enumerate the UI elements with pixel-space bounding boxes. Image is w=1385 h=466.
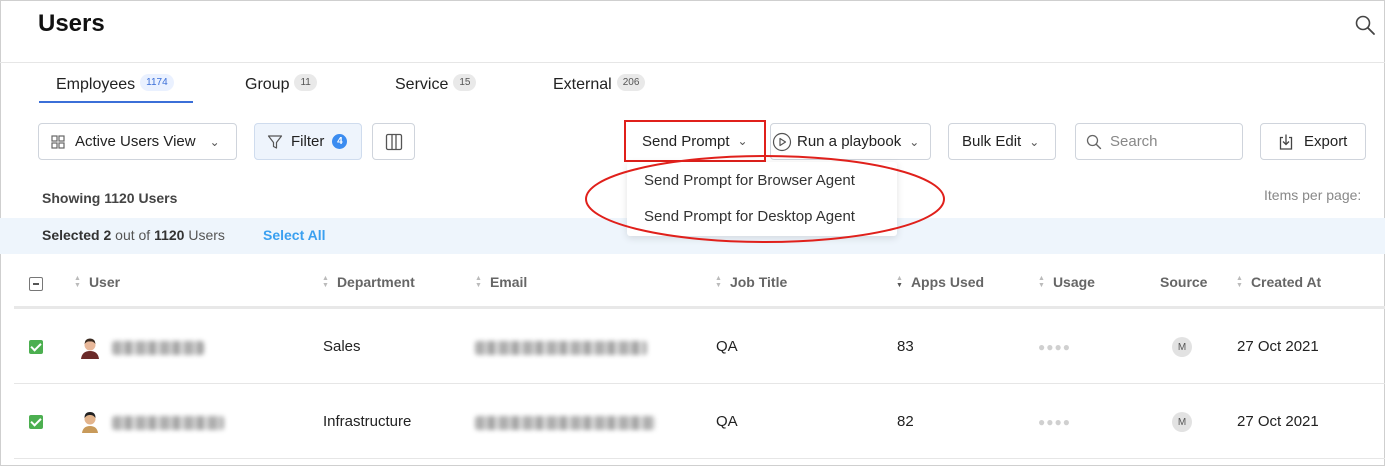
selection-summary: Selected 2 out of 1120 Users bbox=[42, 227, 225, 243]
column-label: Apps Used bbox=[910, 274, 985, 290]
search-icon bbox=[1086, 134, 1102, 149]
email-redacted bbox=[475, 341, 647, 355]
search-icon[interactable] bbox=[1354, 14, 1376, 36]
column-header-source[interactable]: Source bbox=[1160, 274, 1207, 290]
column-header-user[interactable]: ▲ ▼ User bbox=[74, 274, 120, 290]
active-tab-indicator bbox=[39, 101, 193, 103]
column-header-department[interactable]: ▲ ▼ Department bbox=[322, 274, 415, 290]
items-per-page-label: Items per page: bbox=[1264, 187, 1362, 203]
tab-external[interactable]: External 206 bbox=[553, 74, 646, 104]
column-label: User bbox=[88, 274, 121, 290]
grid-icon bbox=[51, 134, 65, 149]
source-badge: M bbox=[1172, 412, 1192, 432]
chevron-down-icon: ⌄ bbox=[737, 134, 748, 148]
funnel-icon bbox=[267, 134, 283, 149]
job-title-cell: QA bbox=[716, 413, 738, 430]
select-all-checkbox[interactable] bbox=[29, 277, 43, 291]
view-selector-label: Active Users View bbox=[75, 133, 196, 150]
selected-total: 1120 bbox=[154, 227, 185, 243]
apps-used-cell: 83 bbox=[897, 338, 914, 355]
column-label: Source bbox=[1160, 274, 1208, 290]
sort-icon: ▲ ▼ bbox=[1038, 275, 1045, 289]
sort-icon: ▲ ▼ bbox=[322, 275, 329, 289]
avatar bbox=[81, 338, 99, 359]
column-label: Email bbox=[489, 274, 528, 290]
chevron-down-icon: ⌄ bbox=[909, 134, 920, 149]
export-label: Export bbox=[1304, 133, 1348, 150]
table-row[interactable]: Sales QA 83 ●●●● M 27 Oct 2021 bbox=[14, 309, 1385, 384]
tab-count-badge: 206 bbox=[616, 74, 646, 91]
play-circle-icon bbox=[772, 132, 792, 151]
selected-count: 2 bbox=[103, 227, 112, 243]
column-label: Job Title bbox=[729, 274, 788, 290]
department-cell: Sales bbox=[323, 338, 361, 355]
column-header-apps-used[interactable]: ▲ ▼ Apps Used bbox=[896, 274, 984, 290]
chevron-down-icon: ⌄ bbox=[1029, 134, 1040, 149]
table-row[interactable]: Infrastructure QA 82 ●●●● M 27 Oct 2021 bbox=[14, 384, 1385, 459]
column-label: Usage bbox=[1052, 274, 1095, 290]
filter-label: Filter bbox=[291, 133, 325, 150]
export-button[interactable]: Export bbox=[1260, 123, 1366, 160]
chevron-down-icon: ⌄ bbox=[209, 134, 220, 149]
row-checkbox[interactable] bbox=[29, 415, 43, 429]
search-input[interactable]: Search bbox=[1075, 123, 1243, 160]
created-at-cell: 27 Oct 2021 bbox=[1237, 338, 1319, 355]
column-header-created-at[interactable]: ▲ ▼ Created At bbox=[1236, 274, 1321, 290]
showing-count: Showing 1120 Users bbox=[42, 190, 178, 206]
column-header-job-title[interactable]: ▲ ▼ Job Title bbox=[715, 274, 787, 290]
select-all-link[interactable]: Select All bbox=[263, 227, 326, 243]
job-title-cell: QA bbox=[716, 338, 738, 355]
tab-label: Group bbox=[245, 76, 290, 93]
view-selector[interactable]: Active Users View ⌄ bbox=[38, 123, 237, 160]
department-cell: Infrastructure bbox=[323, 413, 412, 430]
tab-group[interactable]: Group 11 bbox=[245, 74, 317, 104]
column-label: Department bbox=[336, 274, 415, 290]
sort-icon: ▲ ▼ bbox=[715, 275, 722, 289]
filter-button[interactable]: Filter 4 bbox=[254, 123, 362, 160]
tab-label: External bbox=[553, 76, 612, 93]
columns-button[interactable] bbox=[372, 123, 415, 160]
column-header-email[interactable]: ▲ ▼ Email bbox=[475, 274, 527, 290]
column-label: Created At bbox=[1250, 274, 1322, 290]
email-redacted bbox=[475, 416, 655, 430]
selected-suffix: Users bbox=[188, 227, 225, 243]
user-name-redacted bbox=[112, 416, 224, 430]
bulk-edit-label: Bulk Edit bbox=[962, 133, 1022, 150]
usage-indicator: ●●●● bbox=[1038, 340, 1071, 354]
sort-desc-icon: ▲ ▼ bbox=[896, 275, 903, 289]
apps-used-cell: 82 bbox=[897, 413, 914, 430]
sort-icon: ▲ ▼ bbox=[74, 275, 81, 289]
tab-service[interactable]: Service 15 bbox=[395, 74, 477, 104]
send-prompt-label: Send Prompt bbox=[642, 132, 730, 150]
avatar bbox=[82, 412, 98, 433]
tab-employees[interactable]: Employees 1174 bbox=[56, 74, 174, 104]
tab-count-badge: 1174 bbox=[140, 74, 174, 91]
filter-count-badge: 4 bbox=[332, 134, 348, 149]
tab-count-badge: 15 bbox=[453, 74, 477, 91]
page-title: Users bbox=[38, 10, 105, 37]
run-playbook-label: Run a playbook bbox=[797, 133, 902, 150]
column-header-usage[interactable]: ▲ ▼ Usage bbox=[1038, 274, 1095, 290]
bulk-edit-button[interactable]: Bulk Edit ⌄ bbox=[948, 123, 1056, 160]
user-name-redacted bbox=[112, 341, 204, 355]
download-icon bbox=[1279, 134, 1293, 150]
header-divider bbox=[0, 62, 1385, 63]
tab-count-badge: 11 bbox=[294, 74, 317, 91]
columns-icon bbox=[385, 133, 402, 150]
tab-label: Service bbox=[395, 76, 449, 93]
sort-icon: ▲ ▼ bbox=[475, 275, 482, 289]
search-placeholder: Search bbox=[1110, 133, 1158, 150]
usage-indicator: ●●●● bbox=[1038, 415, 1071, 429]
source-badge: M bbox=[1172, 337, 1192, 357]
created-at-cell: 27 Oct 2021 bbox=[1237, 413, 1319, 430]
row-checkbox[interactable] bbox=[29, 340, 43, 354]
selected-mid: out of bbox=[115, 227, 151, 243]
sort-icon: ▲ ▼ bbox=[1236, 275, 1243, 289]
tab-label: Employees bbox=[56, 76, 136, 93]
selected-prefix: Selected bbox=[42, 227, 100, 243]
annotation-ellipse bbox=[585, 155, 945, 243]
